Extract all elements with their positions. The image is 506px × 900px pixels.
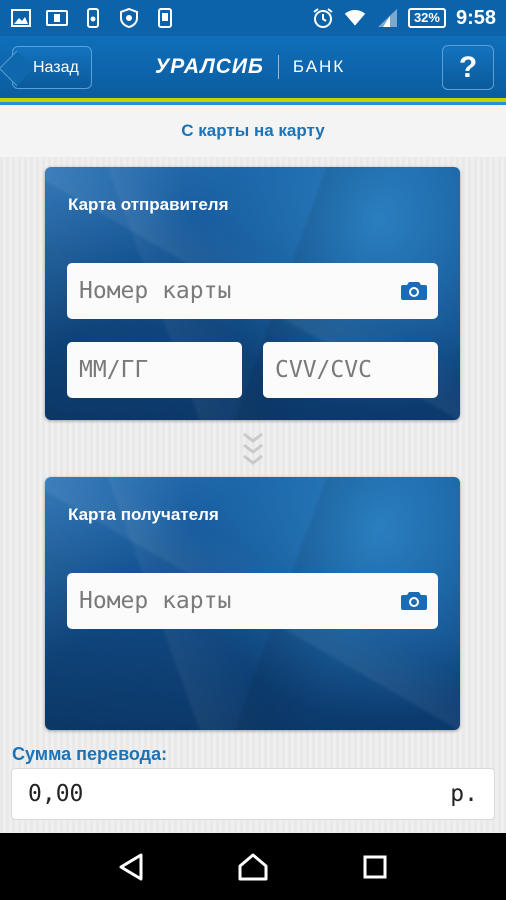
image-notification-icon — [10, 7, 32, 29]
sender-cvv-field[interactable] — [263, 342, 438, 398]
back-button[interactable]: Назад — [12, 46, 92, 89]
amount-field[interactable]: р. — [11, 768, 495, 820]
logo-sub-text: БАНК — [292, 57, 346, 76]
sender-expiry-input[interactable] — [79, 357, 242, 383]
currency-label: р. — [450, 781, 478, 807]
battery-indicator: 32% — [407, 8, 446, 28]
sender-card-title: Карта отправителя — [68, 195, 229, 214]
nav-home-button[interactable] — [233, 847, 273, 887]
recents-square-icon — [363, 855, 387, 878]
logo-main-text: УРАЛСИБ — [155, 55, 264, 78]
page-title: С карты на карту — [0, 105, 506, 157]
sender-cvv-input[interactable] — [275, 357, 438, 383]
camera-icon[interactable] — [401, 280, 427, 300]
chevrons-down-icon — [243, 432, 263, 465]
sender-card-number-field[interactable] — [67, 263, 438, 319]
status-bar: 32% 9:58 — [0, 0, 506, 36]
recipient-card-title: Карта получателя — [68, 505, 219, 524]
phone-settings-icon — [82, 7, 104, 29]
camera-icon[interactable] — [401, 590, 427, 610]
sender-expiry-field[interactable] — [67, 342, 242, 398]
cell-signal-icon — [376, 7, 398, 29]
logo-divider — [277, 55, 279, 79]
nav-recents-button[interactable] — [355, 847, 395, 887]
recipient-card-number-field[interactable] — [67, 573, 438, 629]
wifi-icon — [344, 7, 366, 29]
system-icons: 32% 9:58 — [312, 7, 496, 30]
bank-logo: УРАЛСИБ БАНК — [155, 55, 345, 79]
system-nav-bar — [0, 833, 506, 900]
back-button-label: Назад — [33, 58, 79, 76]
app-header: Назад УРАЛСИБ БАНК ? — [0, 36, 506, 98]
help-button[interactable]: ? — [442, 45, 494, 90]
alarm-icon — [312, 7, 334, 29]
notification-icons — [10, 7, 176, 29]
home-icon — [238, 853, 268, 880]
phone-download-icon — [154, 7, 176, 29]
amount-input[interactable] — [28, 781, 451, 807]
recipient-card: Карта получателя — [45, 477, 460, 730]
clock: 9:58 — [455, 6, 496, 29]
transfer-form: Карта отправителя Карта получателя Сумма… — [0, 157, 506, 833]
sender-card: Карта отправителя — [45, 167, 460, 420]
sim-card-icon — [46, 7, 68, 29]
recipient-card-number-input[interactable] — [79, 588, 388, 614]
amount-label: Сумма перевода: — [12, 744, 168, 764]
nav-back-button[interactable] — [111, 847, 151, 887]
back-triangle-icon — [119, 853, 143, 880]
shield-app-icon — [118, 7, 140, 29]
sender-card-number-input[interactable] — [79, 278, 388, 304]
